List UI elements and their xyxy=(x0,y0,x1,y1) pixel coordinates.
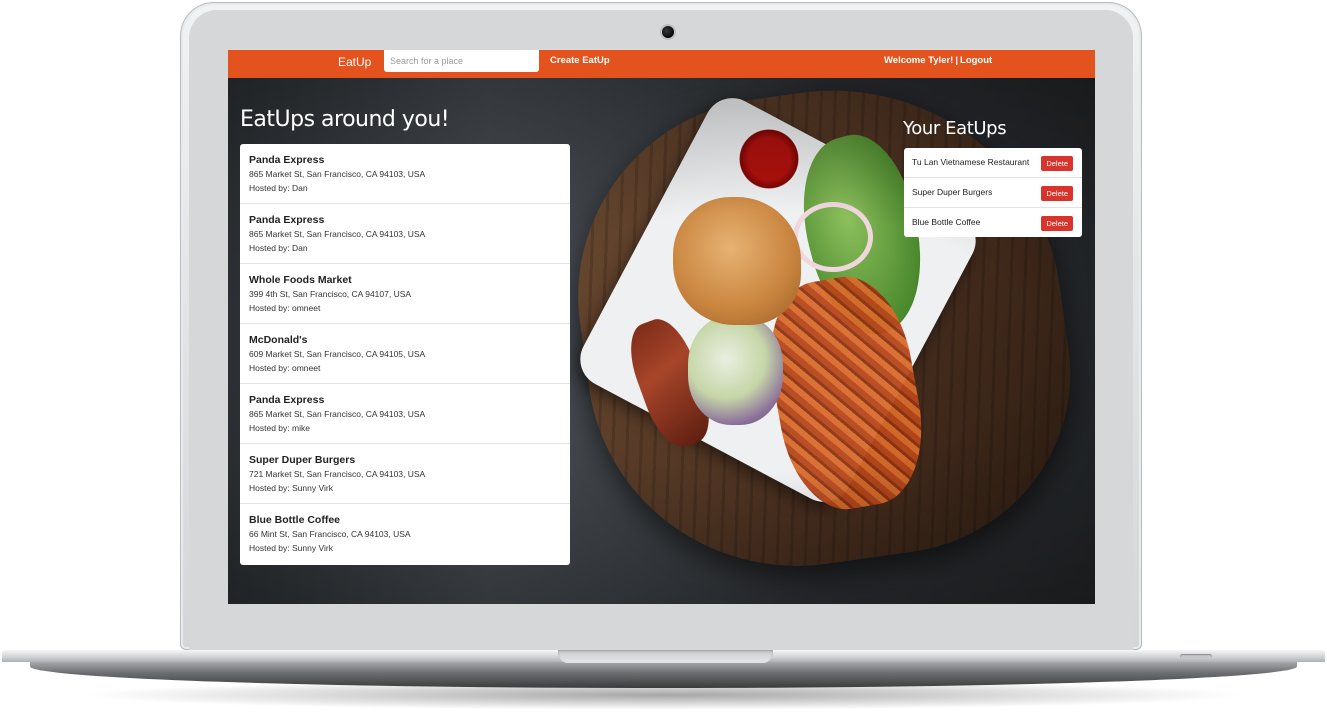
eatup-address: 609 Market St, San Francisco, CA 94105, … xyxy=(249,349,426,359)
list-item: Super Duper Burgers Delete xyxy=(904,178,1082,208)
eatup-name: Panda Express xyxy=(249,394,325,406)
top-navbar: EatUp Create EatUp Welcome Tyler!|Logout xyxy=(228,50,1095,78)
eatup-name: Whole Foods Market xyxy=(249,274,352,286)
your-eatups-heading: Your EatUps xyxy=(903,118,1007,139)
create-eatup-link[interactable]: Create EatUp xyxy=(550,55,610,66)
eatup-name: Super Duper Burgers xyxy=(249,454,356,466)
nearby-heading: EatUps around you! xyxy=(240,107,450,132)
eatup-host: Hosted by: Dan xyxy=(249,243,308,253)
browser-screen: EatUp Create EatUp Welcome Tyler!|Logout… xyxy=(228,50,1095,604)
list-item: Tu Lan Vietnamese Restaurant Delete xyxy=(904,148,1082,178)
eatup-name[interactable]: Blue Bottle Coffee xyxy=(912,217,980,227)
nearby-eatups-list: Panda Express 865 Market St, San Francis… xyxy=(240,144,570,565)
welcome-text: Welcome Tyler! xyxy=(884,55,954,66)
indicator-light xyxy=(1180,654,1212,659)
eatup-address: 865 Market St, San Francisco, CA 94103, … xyxy=(249,229,426,239)
nav-separator: | xyxy=(955,55,959,66)
laptop-base-underside xyxy=(30,662,1297,688)
delete-button[interactable]: Delete xyxy=(1041,186,1073,201)
eatup-host: Hosted by: Sunny Virk xyxy=(249,483,333,493)
eatup-name: Blue Bottle Coffee xyxy=(249,514,341,526)
eatup-name: Panda Express xyxy=(249,154,325,166)
list-item[interactable]: Panda Express 865 Market St, San Francis… xyxy=(240,384,570,444)
eatup-name: McDonald's xyxy=(249,334,308,346)
list-item[interactable]: Panda Express 865 Market St, San Francis… xyxy=(240,144,570,204)
brand-logo[interactable]: EatUp xyxy=(338,55,371,69)
list-item: Blue Bottle Coffee Delete xyxy=(904,208,1082,237)
delete-button[interactable]: Delete xyxy=(1041,216,1073,231)
eatup-name: Panda Express xyxy=(249,214,325,226)
list-item[interactable]: Blue Bottle Coffee 66 Mint St, San Franc… xyxy=(240,504,570,565)
list-item[interactable]: McDonald's 609 Market St, San Francisco,… xyxy=(240,324,570,384)
eatup-host: Hosted by: mike xyxy=(249,423,310,433)
camera-icon xyxy=(662,26,674,38)
delete-button[interactable]: Delete xyxy=(1041,156,1073,171)
eatup-address: 865 Market St, San Francisco, CA 94103, … xyxy=(249,169,426,179)
search-input[interactable] xyxy=(384,50,539,72)
eatup-name[interactable]: Tu Lan Vietnamese Restaurant xyxy=(912,157,1029,167)
eatup-host: Hosted by: omneet xyxy=(249,363,321,373)
eatup-host: Hosted by: omneet xyxy=(249,303,321,313)
eatup-address: 721 Market St, San Francisco, CA 94103, … xyxy=(249,469,426,479)
your-eatups-list: Tu Lan Vietnamese Restaurant Delete Supe… xyxy=(904,148,1082,237)
eatup-host: Hosted by: Dan xyxy=(249,183,308,193)
eatup-address: 865 Market St, San Francisco, CA 94103, … xyxy=(249,409,426,419)
logout-link[interactable]: Logout xyxy=(960,55,992,66)
eatup-name[interactable]: Super Duper Burgers xyxy=(912,187,992,197)
user-menu: Welcome Tyler! | Logout xyxy=(884,55,992,66)
laptop-opening-notch xyxy=(558,650,773,663)
list-item[interactable]: Panda Express 865 Market St, San Francis… xyxy=(240,204,570,264)
eatup-address: 399 4th St, San Francisco, CA 94107, USA xyxy=(249,289,412,299)
eatup-host: Hosted by: Sunny Virk xyxy=(249,543,333,553)
eatup-address: 66 Mint St, San Francisco, CA 94103, USA xyxy=(249,529,411,539)
laptop-mockup: EatUp Create EatUp Welcome Tyler!|Logout… xyxy=(0,0,1327,716)
list-item[interactable]: Super Duper Burgers 721 Market St, San F… xyxy=(240,444,570,504)
list-item[interactable]: Whole Foods Market 399 4th St, San Franc… xyxy=(240,264,570,324)
